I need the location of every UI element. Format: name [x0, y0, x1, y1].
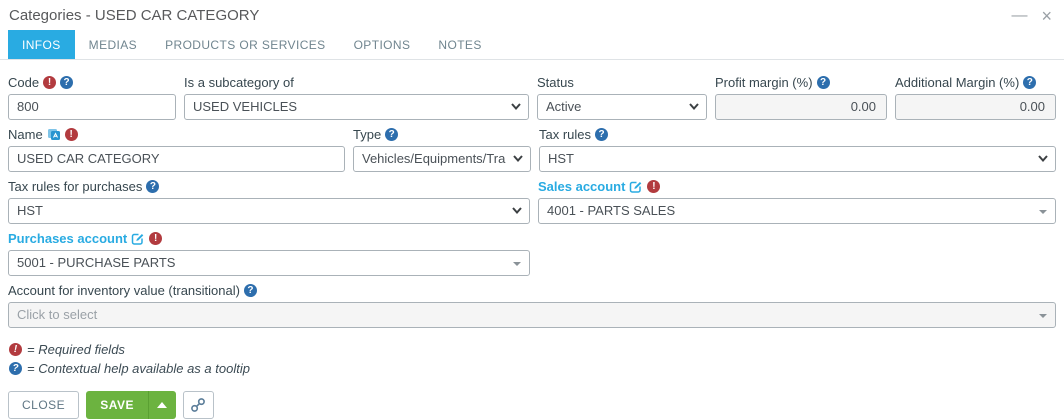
purchases-account-select[interactable]: 5001 - PURCHASE PARTS	[8, 250, 530, 276]
type-field-group: Type ? Vehicles/Equipments/Tra	[353, 127, 531, 172]
required-icon: !	[149, 232, 162, 245]
footer-actions: CLOSE SAVE	[8, 391, 1064, 419]
purchases-account-field-group: Purchases account ! 5001 - PURCHASE PART…	[8, 231, 530, 276]
tab-notes[interactable]: NOTES	[424, 30, 495, 59]
chevron-down-icon	[689, 103, 699, 110]
legend: ! = Required fields ? = Contextual help …	[9, 340, 1064, 378]
inventory-account-field-group: Account for inventory value (transitiona…	[8, 283, 1056, 328]
infos-form: Code ! ? 800 Is a subcategory of USED VE…	[0, 60, 1064, 328]
help-icon: ?	[1023, 76, 1036, 89]
help-icon: ?	[595, 128, 608, 141]
form-row-1: Code ! ? 800 Is a subcategory of USED VE…	[8, 75, 1056, 120]
subcategory-select[interactable]: USED VEHICLES	[184, 94, 529, 120]
legend-required: ! = Required fields	[9, 340, 1064, 359]
name-input[interactable]: USED CAR CATEGORY	[8, 146, 345, 172]
tab-bar: INFOS MEDIAS PRODUCTS OR SERVICES OPTION…	[0, 30, 1064, 60]
sales-account-label[interactable]: Sales account !	[538, 179, 1056, 194]
tax-rules-field-group: Tax rules ? HST	[539, 127, 1056, 172]
type-label: Type ?	[353, 127, 531, 142]
status-label: Status	[537, 75, 707, 90]
caret-up-icon	[157, 402, 167, 408]
help-icon: ?	[146, 180, 159, 193]
dialog-header: Categories - USED CAR CATEGORY — ×	[0, 0, 1064, 28]
code-input[interactable]: 800	[8, 94, 176, 120]
help-icon: ?	[385, 128, 398, 141]
profit-margin-label: Profit margin (%) ?	[715, 75, 887, 90]
tax-rules-purchases-select[interactable]: HST	[8, 198, 530, 224]
sales-account-select[interactable]: 4001 - PARTS SALES	[538, 198, 1056, 224]
caret-down-icon	[1039, 210, 1047, 214]
translate-icon[interactable]	[47, 128, 61, 141]
save-button[interactable]: SAVE	[86, 391, 148, 419]
tab-options[interactable]: OPTIONS	[340, 30, 425, 59]
tab-medias[interactable]: MEDIAS	[75, 30, 151, 59]
caret-down-icon	[1039, 314, 1047, 318]
form-row-2: Name ! USED CAR CATEGORY Type ? Vehicles…	[8, 127, 1056, 172]
tax-rules-purchases-field-group: Tax rules for purchases ? HST	[8, 179, 530, 224]
close-icon[interactable]: ×	[1041, 8, 1052, 24]
chevron-down-icon	[1038, 155, 1048, 162]
status-select[interactable]: Active	[537, 94, 707, 120]
help-icon: ?	[9, 362, 22, 375]
profit-margin-input[interactable]: 0.00	[715, 94, 887, 120]
link-icon	[190, 397, 206, 413]
chevron-down-icon	[511, 103, 521, 110]
tab-infos[interactable]: INFOS	[8, 30, 75, 59]
tax-rules-label: Tax rules ?	[539, 127, 1056, 142]
window-controls: — ×	[1011, 6, 1052, 24]
form-row-5: Account for inventory value (transitiona…	[8, 283, 1056, 328]
name-field-group: Name ! USED CAR CATEGORY	[8, 127, 345, 172]
tax-rules-select[interactable]: HST	[539, 146, 1056, 172]
code-field-group: Code ! ? 800	[8, 75, 176, 120]
form-row-4: Purchases account ! 5001 - PURCHASE PART…	[8, 231, 1056, 276]
edit-icon[interactable]	[131, 232, 145, 246]
type-select[interactable]: Vehicles/Equipments/Tra	[353, 146, 531, 172]
save-options-button[interactable]	[148, 391, 176, 419]
required-icon: !	[43, 76, 56, 89]
inventory-account-select[interactable]: Click to select	[8, 302, 1056, 328]
chevron-down-icon	[513, 155, 523, 162]
code-label: Code ! ?	[8, 75, 176, 90]
profit-margin-field-group: Profit margin (%) ? 0.00	[715, 75, 887, 120]
dialog-title: Categories - USED CAR CATEGORY	[9, 6, 259, 24]
legend-help: ? = Contextual help available as a toolt…	[9, 359, 1064, 378]
close-button[interactable]: CLOSE	[8, 391, 79, 419]
help-icon: ?	[244, 284, 257, 297]
sales-account-field-group: Sales account ! 4001 - PARTS SALES	[538, 179, 1056, 224]
subcategory-field-group: Is a subcategory of USED VEHICLES	[184, 75, 529, 120]
required-icon: !	[647, 180, 660, 193]
additional-margin-input[interactable]: 0.00	[895, 94, 1056, 120]
tax-rules-purchases-label: Tax rules for purchases ?	[8, 179, 530, 194]
required-icon: !	[65, 128, 78, 141]
status-field-group: Status Active	[537, 75, 707, 120]
subcategory-label: Is a subcategory of	[184, 75, 529, 90]
chevron-down-icon	[512, 207, 522, 214]
additional-margin-label: Additional Margin (%) ?	[895, 75, 1056, 90]
link-button[interactable]	[183, 391, 214, 419]
required-icon: !	[9, 343, 22, 356]
help-icon: ?	[817, 76, 830, 89]
help-icon: ?	[60, 76, 73, 89]
purchases-account-label[interactable]: Purchases account !	[8, 231, 530, 246]
caret-down-icon	[513, 262, 521, 266]
form-row-3: Tax rules for purchases ? HST Sales acco…	[8, 179, 1056, 224]
additional-margin-field-group: Additional Margin (%) ? 0.00	[895, 75, 1056, 120]
edit-icon[interactable]	[629, 180, 643, 194]
inventory-account-label: Account for inventory value (transitiona…	[8, 283, 1056, 298]
minimize-icon[interactable]: —	[1011, 8, 1027, 24]
tab-products-or-services[interactable]: PRODUCTS OR SERVICES	[151, 30, 339, 59]
name-label: Name !	[8, 127, 345, 142]
save-split-button: SAVE	[86, 391, 176, 419]
